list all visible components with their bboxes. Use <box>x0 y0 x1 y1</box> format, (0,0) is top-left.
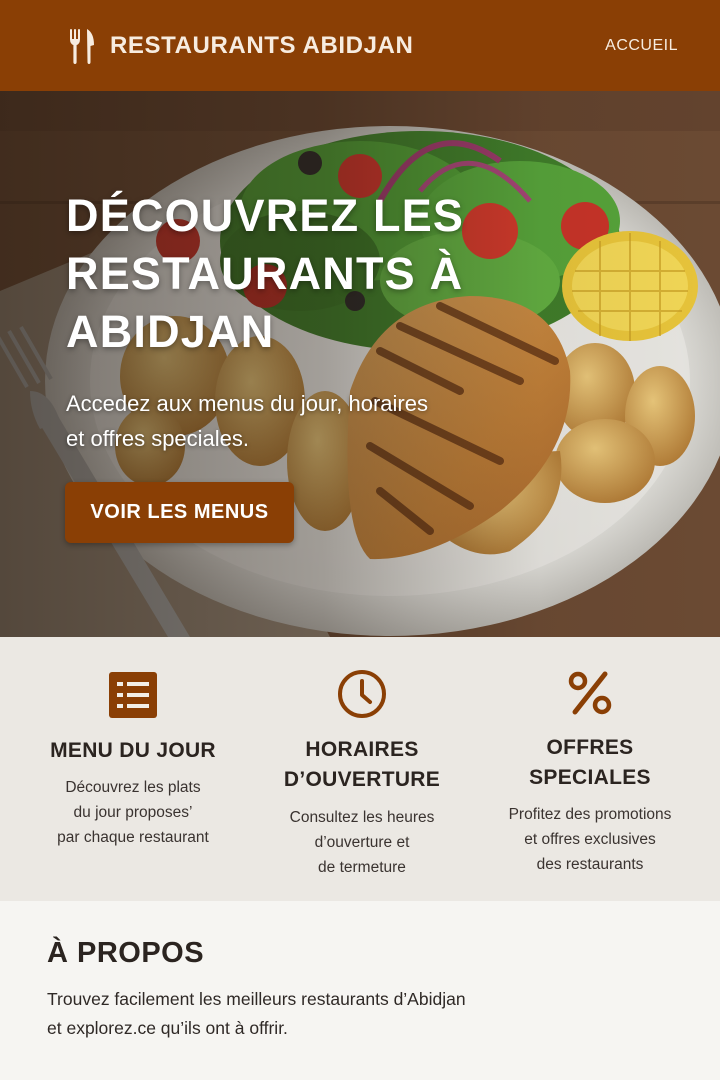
brand-title: RESTAURANTS ABIDJAN <box>110 31 414 59</box>
nav-home-link[interactable]: ACCUEIL <box>605 37 678 55</box>
feature-desc-line: Profitez des promotions <box>508 806 672 823</box>
feature-menu-du-jour[interactable]: MENU DU JOUR Découvrez les plats du jour… <box>13 637 253 850</box>
hero-subtitle: Accedez aux menus du jour, horaires et o… <box>66 386 506 456</box>
feature-desc-line: d’ouverture et <box>314 834 410 851</box>
feature-desc-line: Consultez les heures <box>289 809 435 826</box>
feature-desc-line: de termeture <box>318 859 406 876</box>
feature-desc-line: par chaque restaurant <box>57 829 209 846</box>
about-text-line: et explorez.ce qu’ils ont à offrir. <box>47 1018 288 1038</box>
about-text-line: Trouvez facilement les meilleurs restaur… <box>47 989 466 1009</box>
features-section: MENU DU JOUR Découvrez les plats du jour… <box>0 637 720 901</box>
about-title: À PROPOS <box>47 937 205 969</box>
feature-desc-line: et offres exclusives <box>524 831 656 848</box>
about-section: À PROPOS Trouvez facilement les meilleur… <box>0 901 720 1080</box>
feature-title-line: SPECIALES <box>529 766 651 789</box>
hero-subtitle-line: et offres speciales. <box>66 426 250 451</box>
hero-title: DÉCOUVREZ LES RESTAURANTS À ABIDJAN <box>66 187 496 361</box>
feature-title-line: OFFRES <box>546 736 634 759</box>
feature-description: Découvrez les plats du jour proposes’ pa… <box>13 775 253 850</box>
hero-title-line: RESTAURANTS À <box>66 248 464 299</box>
clock-icon <box>338 670 386 718</box>
feature-title-line: HORAIRES <box>305 738 419 761</box>
feature-horaires[interactable]: HORAIRES D’OUVERTURE Consultez les heure… <box>242 637 482 880</box>
feature-offres-speciales[interactable]: OFFRES SPECIALES Profitez des promotions… <box>470 637 710 877</box>
view-menus-button[interactable]: VOIR LES MENUS <box>65 482 294 543</box>
feature-desc-line: des restaurants <box>536 856 644 873</box>
hero-title-line: ABIDJAN <box>66 306 275 357</box>
menu-list-icon <box>109 672 157 718</box>
site-header: RESTAURANTS ABIDJAN ACCUEIL <box>0 0 720 91</box>
feature-description: Profitez des promotions et offres exclus… <box>470 802 710 877</box>
hero-section: DÉCOUVREZ LES RESTAURANTS À ABIDJAN Acce… <box>0 91 720 637</box>
fork-knife-icon <box>70 28 94 64</box>
hero-subtitle-line: Accedez aux menus du jour, horaires <box>66 391 428 416</box>
hero-title-line: DÉCOUVREZ LES <box>66 190 465 241</box>
feature-description: Consultez les heures d’ouverture et de t… <box>242 805 482 880</box>
percent-icon <box>568 671 612 715</box>
hero-overlay <box>0 91 720 637</box>
about-text: Trouvez facilement les meilleurs restaur… <box>47 985 567 1043</box>
feature-title-line: D’OUVERTURE <box>283 768 441 791</box>
feature-desc-line: du jour proposes’ <box>73 804 193 821</box>
feature-title: OFFRES SPECIALES <box>470 733 710 793</box>
feature-desc-line: Découvrez les plats <box>65 779 201 796</box>
feature-title: HORAIRES D’OUVERTURE <box>242 735 482 795</box>
brand[interactable]: RESTAURANTS ABIDJAN <box>68 27 413 65</box>
feature-title: MENU DU JOUR <box>50 739 216 762</box>
